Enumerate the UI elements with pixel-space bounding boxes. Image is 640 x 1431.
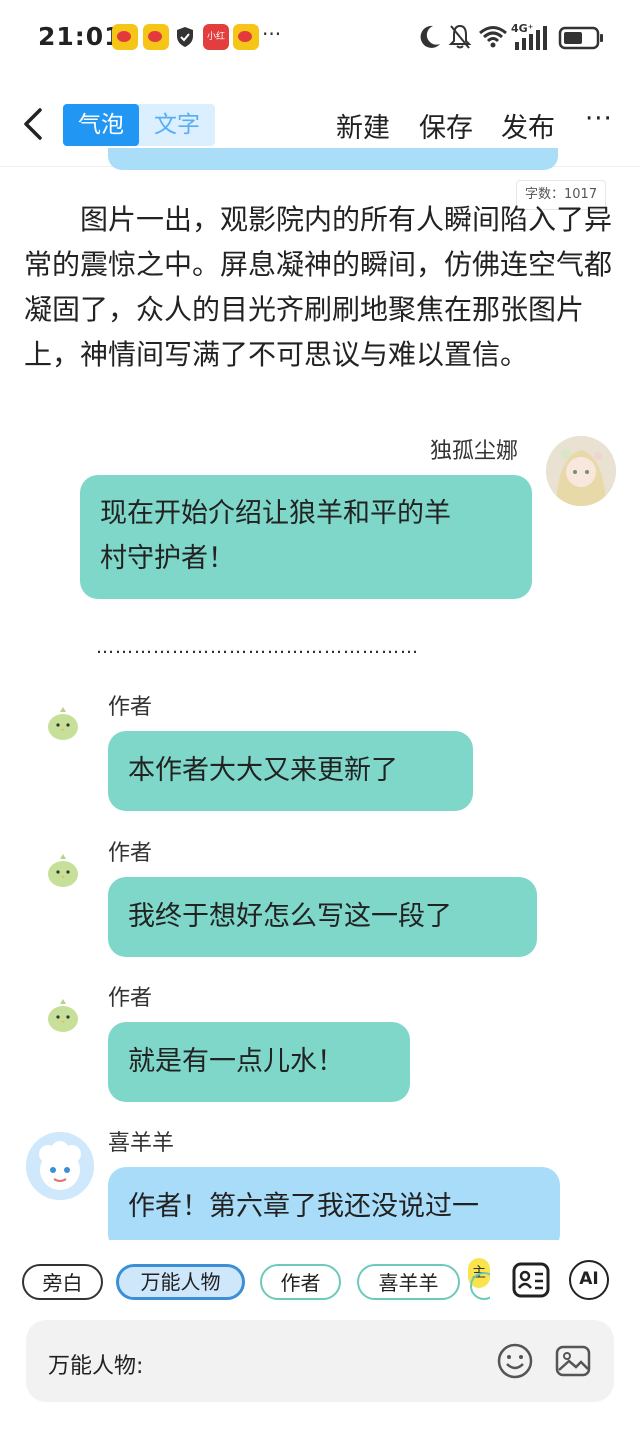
status-time: 21:01	[38, 22, 123, 51]
message-text-line: 现在开始介绍让狼羊和平的羊	[100, 498, 451, 529]
message-sender-name: 作者	[108, 841, 153, 866]
mode-text-tab[interactable]: 文字	[139, 104, 215, 146]
message-text: 就是有一点儿水！	[128, 1046, 344, 1077]
input-role-label: 万能人物:	[48, 1354, 144, 1379]
chip-outline	[470, 1272, 490, 1300]
message-bubble[interactable]: 本作者大大又来更新了	[108, 731, 473, 811]
message-bubble[interactable]: 我终于想好怎么写这一段了	[108, 877, 537, 957]
role-chip-narrator[interactable]: 旁白	[22, 1264, 103, 1300]
weibo-app-icon	[143, 24, 169, 50]
message-text: 作者！第六章了我还没说过一	[128, 1191, 479, 1222]
avatar[interactable]	[546, 436, 616, 506]
message-text: 我终于想好怎么写这一段了	[128, 901, 452, 932]
avatar-girl-icon	[546, 436, 616, 506]
avatar-chick-icon	[48, 707, 78, 740]
mute-bell-icon	[448, 24, 472, 49]
avatar[interactable]	[38, 992, 88, 1042]
role-chip-universal[interactable]: 万能人物	[116, 1264, 245, 1300]
new-button[interactable]: 新建	[336, 106, 390, 145]
moon-icon	[420, 25, 440, 48]
weibo-app-icon	[233, 24, 259, 50]
save-button[interactable]: 保存	[419, 106, 473, 145]
status-bar: 21:01 小红书 ··· 4G⁺	[0, 0, 640, 76]
more-notifications-icon: ···	[262, 22, 282, 46]
message-sender-name: 作者	[108, 986, 153, 1011]
image-icon[interactable]	[554, 1342, 592, 1380]
role-chip-author[interactable]: 作者	[260, 1264, 341, 1300]
xiaohongshu-app-icon: 小红书	[203, 24, 229, 68]
separator-dots: ……………………………………………	[96, 637, 419, 658]
emoji-icon[interactable]	[496, 1342, 534, 1380]
message-bubble[interactable]: 现在开始介绍让狼羊和平的羊 村守护者！	[80, 475, 532, 599]
ai-icon[interactable]: AI	[569, 1260, 609, 1300]
shield-icon	[177, 27, 193, 47]
mode-toggle: 气泡 文字	[63, 104, 215, 146]
role-chip-xiyangyang[interactable]: 喜羊羊	[357, 1264, 460, 1300]
previous-message-bubble[interactable]	[108, 148, 558, 170]
wifi-icon	[479, 26, 507, 48]
message-input[interactable]: 万能人物:	[26, 1320, 614, 1402]
signal-icon	[515, 26, 547, 50]
publish-button[interactable]: 发布	[501, 106, 555, 145]
battery-icon	[558, 26, 603, 50]
avatar[interactable]	[26, 1132, 94, 1200]
weibo-app-icon	[112, 24, 138, 50]
message-sender-name: 独孤尘娜	[430, 439, 519, 464]
mode-bubble-tab[interactable]: 气泡	[63, 104, 139, 146]
avatar-chick-icon	[48, 999, 78, 1032]
more-menu-button[interactable]: ···	[585, 104, 613, 134]
message-bubble[interactable]: 就是有一点儿水！	[108, 1022, 410, 1102]
message-text: 本作者大大又来更新了	[128, 755, 398, 786]
message-sender-name: 喜羊羊	[108, 1131, 175, 1156]
character-card-icon[interactable]	[511, 1260, 551, 1300]
bottom-toolbar: 旁白 万能人物 作者 喜羊羊 主 AI 万能人物:	[0, 1240, 640, 1431]
avatar[interactable]	[38, 700, 88, 750]
message-text-line: 村守护者！	[100, 543, 235, 574]
role-chip-partial[interactable]: 主	[468, 1258, 490, 1300]
narration-paragraph[interactable]: 图片一出，观影院内的所有人瞬间陷入了异常的震惊之中。屏息凝神的瞬间，仿佛连空气都…	[24, 197, 616, 377]
avatar-sheep-icon	[26, 1132, 94, 1200]
message-sender-name: 作者	[108, 695, 153, 720]
back-chevron-icon[interactable]	[18, 104, 48, 144]
avatar-chick-icon	[48, 854, 78, 887]
avatar[interactable]	[38, 847, 88, 897]
